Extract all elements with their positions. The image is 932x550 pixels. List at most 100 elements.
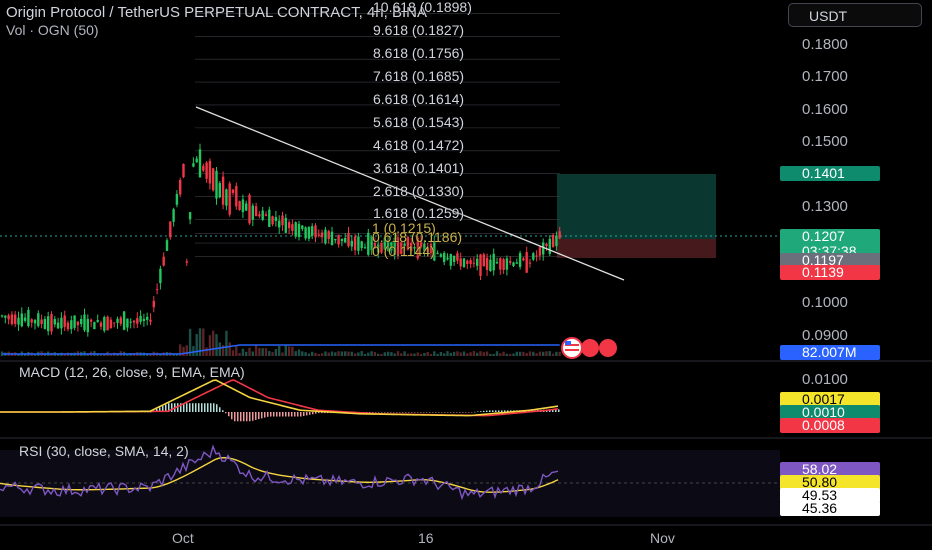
candle-body (452, 255, 456, 262)
volume-bar (185, 345, 188, 356)
macd-histogram-bar (189, 403, 191, 412)
candle-body (363, 247, 367, 249)
candle-body (271, 216, 274, 225)
fib-level-label: 9.618 (0.1827) (373, 22, 465, 39)
currency-button[interactable]: USDT (788, 3, 922, 27)
volume-bar (297, 349, 301, 356)
macd-histogram-bar (273, 412, 275, 417)
macd-signal-tag: 0.0008 (780, 418, 880, 433)
candle-body (37, 313, 40, 327)
volume-bar (334, 352, 337, 356)
candle-body (456, 253, 459, 261)
macd-histogram-bar (258, 412, 260, 420)
trading-chart-app: Origin Protocol / TetherUS PERPETUAL CON… (0, 0, 932, 550)
macd-histogram-bar (405, 412, 407, 413)
volume-bar (528, 351, 532, 356)
volume-bar (327, 352, 330, 356)
macd-histogram-bar (417, 412, 419, 413)
candle-body (367, 232, 370, 255)
time-axis-label: Nov (650, 530, 675, 546)
candle-body (264, 214, 268, 216)
candle-body (225, 189, 228, 206)
volume-bar (294, 351, 297, 356)
macd-histogram-bar (246, 412, 248, 422)
fib-level-label: 6.618 (0.1614) (373, 90, 465, 107)
candle-body (505, 258, 509, 270)
candle-body (195, 158, 198, 163)
candle-body (215, 170, 218, 199)
candle-body (281, 215, 284, 226)
volume-bar (192, 346, 195, 356)
position-stop-zone[interactable] (557, 239, 716, 258)
candle-body (489, 259, 492, 272)
macd-histogram-bar (375, 412, 377, 413)
candle-body (314, 225, 317, 238)
macd-histogram-bar (267, 412, 269, 417)
macd-histogram-bar (252, 412, 254, 421)
volume-bar (254, 345, 258, 356)
volume-bar (278, 345, 281, 356)
candle-body (63, 315, 66, 327)
candle-body (0, 315, 4, 317)
candle-body (482, 254, 485, 267)
candle-body (80, 318, 83, 325)
macd-histogram-bar (192, 403, 194, 412)
macd-histogram-bar (198, 403, 200, 412)
position-target-zone[interactable] (557, 174, 716, 239)
candle-body (278, 220, 281, 228)
candle-body (162, 256, 165, 266)
candle-body (218, 183, 221, 198)
candle-body (499, 258, 502, 270)
candle-body (221, 176, 225, 205)
volume-bar (456, 351, 459, 356)
volume-bar (337, 351, 340, 356)
candle-body (294, 222, 297, 237)
volume-tag: 82.007M (780, 345, 880, 360)
candle-body (258, 214, 261, 217)
volume-bar (413, 353, 416, 356)
volume-bar (502, 351, 505, 356)
macd-signal-line (0, 379, 559, 417)
candle-body (284, 217, 287, 233)
macd-histogram-bar (288, 412, 290, 417)
candle-body (248, 194, 251, 224)
candle-body (307, 226, 311, 239)
us-flag-event-icon[interactable] (561, 337, 617, 359)
volume-bar (423, 352, 426, 356)
candle-body (528, 262, 532, 264)
candle-body (56, 322, 60, 329)
candle-body (324, 229, 327, 244)
volume-bar (287, 346, 291, 356)
fib-level-label: 5.618 (0.1543) (373, 113, 465, 130)
volume-bar (307, 353, 311, 356)
candle-body (238, 201, 241, 210)
volume-bar (264, 348, 268, 356)
rsi-title[interactable]: RSI (30, close, SMA, 14, 2) (19, 443, 189, 459)
macd-histogram-bar (195, 403, 197, 412)
macd-histogram-bar (309, 412, 311, 415)
candle-body (462, 258, 466, 268)
volume-bar (403, 351, 406, 356)
macd-histogram-bar (240, 412, 242, 422)
macd-title[interactable]: MACD (12, 26, close, 9, EMA, EMA) (19, 364, 245, 380)
volume-bar (472, 351, 476, 356)
candle-body (545, 243, 548, 247)
volume-bar (535, 353, 538, 356)
candle-body (347, 232, 350, 247)
candle-body (357, 236, 360, 251)
volume-bar (301, 351, 304, 356)
volume-bar (462, 351, 466, 356)
volume-bar (390, 352, 393, 356)
candle-body (439, 254, 443, 257)
macd-histogram-bar (462, 412, 464, 413)
candle-body (20, 313, 23, 327)
volume-bar (202, 328, 205, 356)
volume-bar (380, 353, 383, 356)
fib-level-label: 3.618 (0.1401) (373, 159, 465, 176)
macd-histogram-bar (300, 412, 302, 417)
candle-body (185, 261, 188, 263)
macd-histogram-bar (447, 412, 449, 413)
volume-bar (538, 351, 542, 356)
macd-histogram-bar (210, 403, 212, 412)
target-price-tag: 0.1401 (780, 166, 880, 181)
